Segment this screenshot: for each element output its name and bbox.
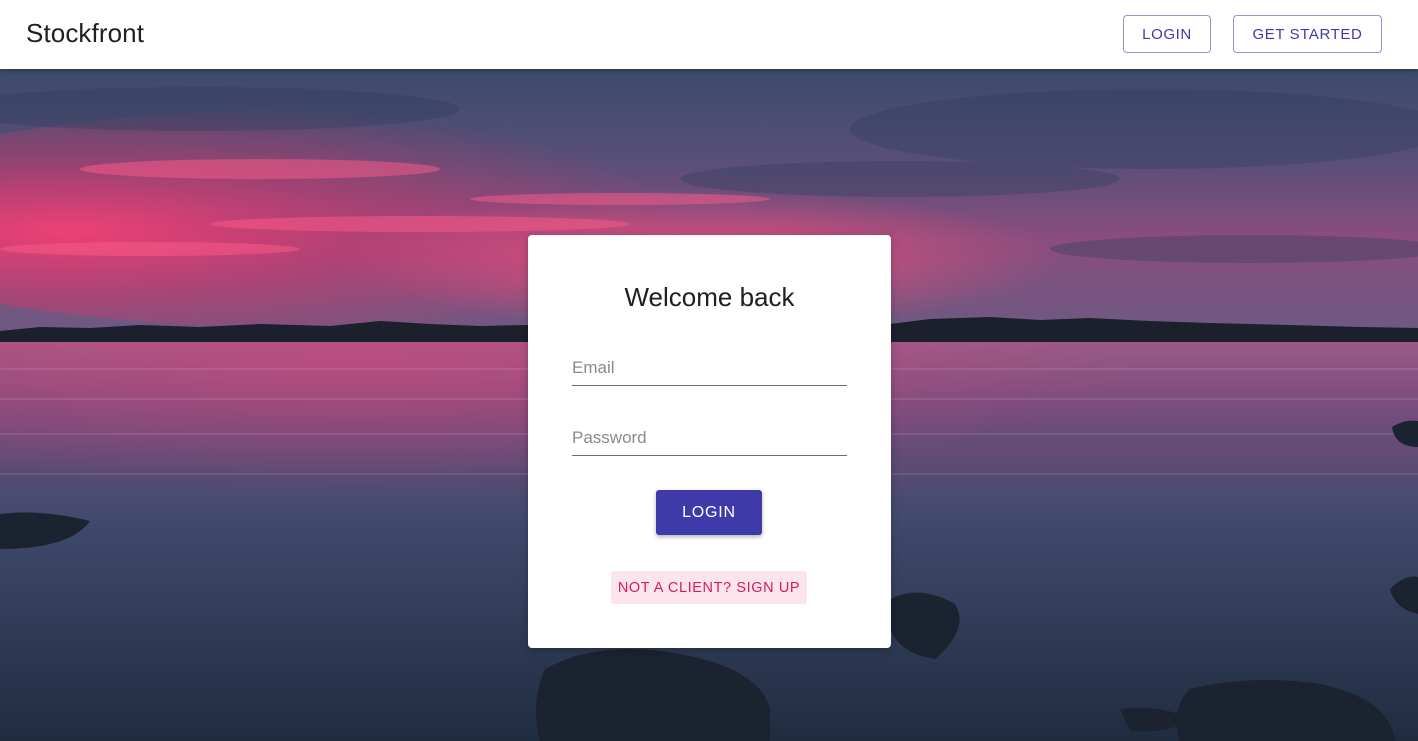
login-page: Stockfront LOGIN GET STARTED Welcome bac… [0, 0, 1418, 741]
password-field [572, 421, 847, 456]
email-field [572, 351, 847, 386]
login-submit-button[interactable]: LOGIN [656, 490, 762, 535]
card-title: Welcome back [624, 282, 795, 312]
signup-link-button[interactable]: NOT A CLIENT? SIGN UP [611, 571, 807, 604]
app-bar: Stockfront LOGIN GET STARTED [0, 0, 1418, 69]
header-login-button[interactable]: LOGIN [1123, 15, 1211, 53]
login-card: Welcome back LOGIN NOT A CLIENT? SIGN UP [528, 235, 891, 648]
password-input[interactable] [572, 421, 847, 455]
get-started-button[interactable]: GET STARTED [1233, 15, 1382, 53]
email-input[interactable] [572, 351, 847, 385]
brand-logo-text[interactable]: Stockfront [26, 18, 144, 49]
